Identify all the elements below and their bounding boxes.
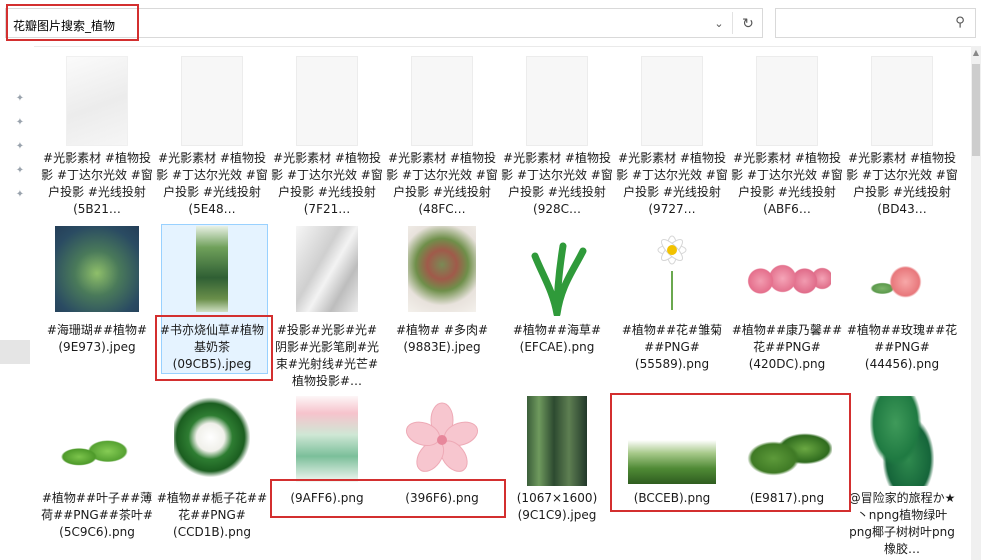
- file-thumbnail: [641, 56, 703, 146]
- navigation-pane: ✦ ✦ ✦ ✦ ✦: [0, 46, 34, 560]
- search-icon[interactable]: ⚲: [952, 15, 968, 31]
- file-item[interactable]: #植物# #多肉#(9883E).jpeg: [386, 226, 498, 386]
- file-item[interactable]: (9AFF6).png: [271, 396, 383, 560]
- file-name: @冒险家的旅程か★丶npng植物绿叶png椰子树树叶png 橡胶…: [848, 491, 956, 556]
- file-name: #光影素材 #植物投影 #丁达尔光效 #窗户投影 #光线投射(5E48…: [156, 151, 268, 216]
- file-thumbnail: [743, 256, 831, 306]
- file-thumbnail: [642, 226, 702, 312]
- file-item[interactable]: #植物##康乃馨##花##PNG#(420DC).png: [731, 226, 843, 386]
- file-thumbnail: [526, 56, 588, 146]
- toolbar: 花瓣图片搜索_植物 ⌄ ↻ ⚲: [0, 0, 981, 47]
- file-thumbnail: [867, 262, 937, 306]
- file-thumbnail: [411, 56, 473, 146]
- file-name: #植物##栀子花##花##PNG#(CCD1B).png: [156, 491, 268, 539]
- file-thumbnail: [871, 56, 933, 146]
- address-bar[interactable]: 花瓣图片搜索_植物 ⌄ ↻: [5, 8, 763, 38]
- file-name: #投影#光影#光#阴影#光影笔刷#光束#光射线#光芒#植物投影#…: [274, 323, 380, 388]
- pin-icon[interactable]: ✦: [14, 93, 26, 105]
- nav-selected-item[interactable]: [0, 340, 30, 364]
- file-item[interactable]: #植物##叶子##薄荷##PNG##茶叶#(5C9C6).png: [41, 396, 153, 560]
- file-name: #光影素材 #植物投影 #丁达尔光效 #窗户投影 #光线投射(7F21…: [271, 151, 383, 216]
- file-item[interactable]: #海珊瑚##植物#(9E973).jpeg: [41, 226, 153, 386]
- file-item[interactable]: #光影素材 #植物投影 #丁达尔光效 #窗户投影 #光线投射(5B21…: [41, 56, 153, 221]
- file-item[interactable]: #光影素材 #植物投影 #丁达尔光效 #窗户投影 #光线投射(5E48…: [156, 56, 268, 221]
- file-name: #光影素材 #植物投影 #丁达尔光效 #窗户投影 #光线投射(9727…: [616, 151, 728, 216]
- file-name: #植物##海草#(EFCAE).png: [512, 323, 602, 354]
- file-name: #植物##康乃馨##花##PNG#(420DC).png: [731, 323, 843, 371]
- file-thumbnail: [196, 226, 228, 312]
- address-divider: [732, 12, 733, 34]
- file-name: (396F6).png: [405, 491, 479, 505]
- file-name: (BCCEB).png: [633, 491, 711, 505]
- file-thumbnail: [296, 396, 358, 482]
- file-thumbnail: [398, 396, 486, 482]
- pin-icon[interactable]: ✦: [14, 117, 26, 129]
- file-item[interactable]: #光影素材 #植物投影 #丁达尔光效 #窗户投影 #光线投射(9727…: [616, 56, 728, 221]
- file-name: (1067×1600)(9C1C9).jpeg: [516, 491, 598, 522]
- file-name: #光影素材 #植物投影 #丁达尔光效 #窗户投影 #光线投射(928C…: [501, 151, 613, 216]
- file-item[interactable]: #光影素材 #植物投影 #丁达尔光效 #窗户投影 #光线投射(48FC…: [386, 56, 498, 221]
- file-item[interactable]: #植物##栀子花##花##PNG#(CCD1B).png: [156, 396, 268, 560]
- file-name: (9AFF6).png: [290, 491, 364, 505]
- file-name: (E9817).png: [749, 491, 825, 505]
- file-thumbnail: [756, 56, 818, 146]
- file-item[interactable]: #光影素材 #植物投影 #丁达尔光效 #窗户投影 #光线投射(ABF6…: [731, 56, 843, 221]
- file-thumbnail: [66, 56, 128, 146]
- address-path: 花瓣图片搜索_植物: [13, 19, 116, 33]
- file-name: #海珊瑚##植物#(9E973).jpeg: [46, 323, 148, 354]
- file-name: #光影素材 #植物投影 #丁达尔光效 #窗户投影 #光线投射(BD43…: [846, 151, 958, 216]
- file-item[interactable]: #投影#光影#光#阴影#光影笔刷#光束#光射线#光芒#植物投影#…: [271, 226, 383, 388]
- file-name: #光影素材 #植物投影 #丁达尔光效 #窗户投影 #光线投射(5B21…: [41, 151, 153, 216]
- file-item[interactable]: @冒险家的旅程か★丶npng植物绿叶png椰子树树叶png 橡胶…: [846, 396, 958, 560]
- flower-icon: [405, 402, 479, 472]
- file-item[interactable]: #光影素材 #植物投影 #丁达尔光效 #窗户投影 #光线投射(928C…: [501, 56, 613, 221]
- pin-icon[interactable]: ✦: [14, 165, 26, 177]
- file-item[interactable]: #植物##花#雏菊##PNG#(55589).png: [616, 226, 728, 386]
- file-thumbnail: [296, 226, 358, 312]
- file-name: #光影素材 #植物投影 #丁达尔光效 #窗户投影 #光线投射(48FC…: [386, 151, 498, 216]
- file-item[interactable]: (1067×1600)(9C1C9).jpeg: [501, 396, 613, 560]
- file-thumbnail: [55, 226, 139, 312]
- file-item[interactable]: #植物##玫瑰##花##PNG#(44456).png: [846, 226, 958, 386]
- file-item[interactable]: (BCCEB).png: [616, 396, 728, 560]
- file-item[interactable]: #光影素材 #植物投影 #丁达尔光效 #窗户投影 #光线投射(7F21…: [271, 56, 383, 221]
- file-name: #书亦烧仙草#植物基奶茶(09CB5).jpeg: [159, 323, 265, 371]
- refresh-icon[interactable]: ↻: [737, 14, 759, 34]
- seaweed-icon: [531, 242, 587, 316]
- scroll-thumb[interactable]: [972, 64, 980, 156]
- file-name: #植物##叶子##薄荷##PNG##茶叶#(5C9C6).png: [41, 491, 153, 539]
- file-thumbnail: [174, 396, 250, 482]
- file-name: #植物##花#雏菊##PNG#(55589).png: [621, 323, 723, 371]
- file-thumbnail: [52, 426, 142, 482]
- file-thumbnail: [296, 56, 358, 146]
- file-thumbnail: [870, 396, 934, 486]
- pin-icon[interactable]: ✦: [14, 141, 26, 153]
- file-thumbnail: [513, 236, 601, 316]
- file-item[interactable]: #书亦烧仙草#植物基奶茶(09CB5).jpeg: [156, 226, 268, 386]
- file-thumbnail: [628, 440, 716, 484]
- file-item[interactable]: (396F6).png: [386, 396, 498, 560]
- daisy-icon: [657, 235, 687, 310]
- file-item[interactable]: #光影素材 #植物投影 #丁达尔光效 #窗户投影 #光线投射(BD43…: [846, 56, 958, 221]
- file-item[interactable]: #植物##海草#(EFCAE).png: [501, 226, 613, 386]
- file-thumbnail: [181, 56, 243, 146]
- file-item[interactable]: (E9817).png: [731, 396, 843, 560]
- chevron-down-icon[interactable]: ⌄: [710, 15, 728, 33]
- file-thumbnail: [527, 396, 587, 486]
- file-thumbnail: [408, 226, 476, 312]
- file-name: #植物##玫瑰##花##PNG#(44456).png: [846, 323, 958, 371]
- file-name: #植物# #多肉#(9883E).jpeg: [395, 323, 489, 354]
- file-name: #光影素材 #植物投影 #丁达尔光效 #窗户投影 #光线投射(ABF6…: [731, 151, 843, 216]
- file-thumbnail: [742, 420, 832, 484]
- search-input[interactable]: ⚲: [775, 8, 976, 38]
- scroll-up-icon[interactable]: ▲: [971, 46, 981, 60]
- vertical-scrollbar[interactable]: ▲: [971, 46, 981, 560]
- pin-icon[interactable]: ✦: [14, 189, 26, 201]
